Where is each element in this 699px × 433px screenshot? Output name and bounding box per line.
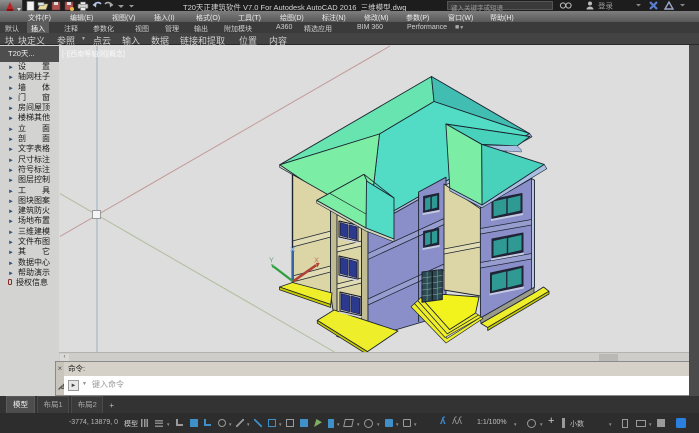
svg-text:X: X bbox=[314, 256, 319, 265]
svg-text:登录: 登录 bbox=[598, 1, 613, 11]
svg-text:Y: Y bbox=[269, 258, 274, 265]
